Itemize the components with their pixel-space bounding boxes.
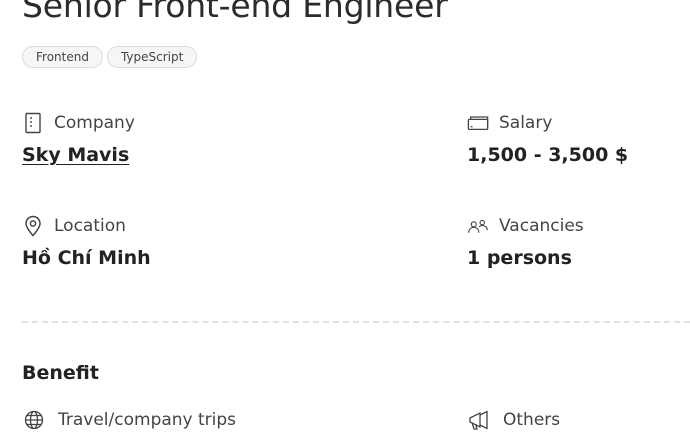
company-label: Company [54,113,135,133]
benefit-title: Benefit [22,362,99,384]
tag-typescript[interactable]: TypeScript [106,46,198,68]
section-divider [22,321,690,323]
building-icon [22,112,44,134]
globe-icon [22,408,46,432]
tag-list: Frontend TypeScript [22,46,198,68]
vacancies-label: Vacancies [499,216,584,236]
location-pin-icon [22,215,44,237]
benefit-item-travel: Travel/company trips [22,408,236,432]
money-icon [467,112,489,134]
salary-label: Salary [499,113,553,133]
benefit-label-others: Others [503,410,561,430]
benefit-label-travel: Travel/company trips [58,410,237,430]
company-info: Company Sky Mavis [22,112,135,166]
salary-value: 1,500 - 3,500 $ [467,144,629,166]
megaphone-icon [467,408,491,432]
company-link[interactable]: Sky Mavis [22,144,129,166]
location-label: Location [54,216,126,236]
job-title: Senior Front-end Engineer [22,0,448,25]
tag-frontend[interactable]: Frontend [22,46,103,68]
location-info: Location Hồ Chí Minh [22,215,151,269]
salary-info: Salary 1,500 - 3,500 $ [467,112,628,166]
vacancies-info: Vacancies 1 persons [467,215,584,269]
location-value: Hồ Chí Minh [22,247,151,269]
benefit-item-others: Others [467,408,560,432]
vacancies-value: 1 persons [467,247,572,269]
people-icon [467,215,489,237]
